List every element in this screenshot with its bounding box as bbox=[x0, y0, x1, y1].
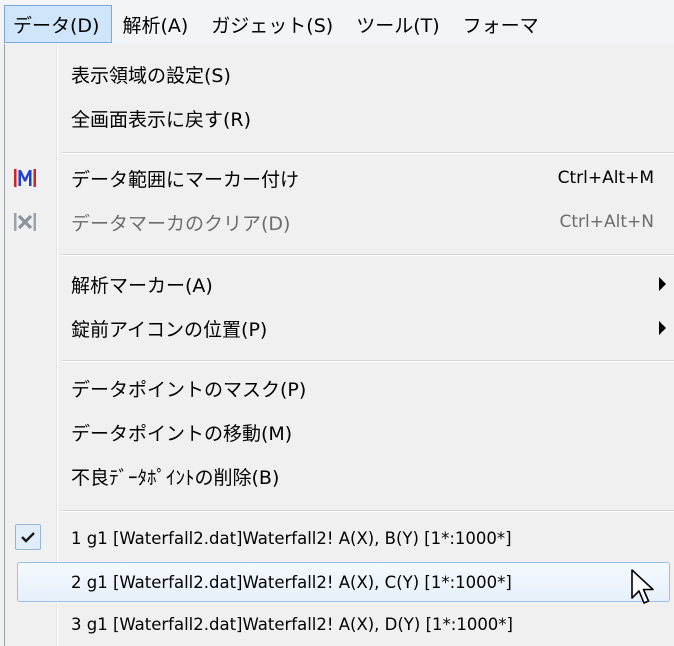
menu-item-mask-data-points[interactable]: データポイントのマスク(P) bbox=[5, 370, 674, 406]
menu-item-move-data-points[interactable]: データポイントの移動(M) bbox=[5, 414, 674, 450]
menubar: データ(D) 解析(A) ガジェット(S) ツール(T) フォーマ bbox=[0, 0, 674, 44]
mouse-cursor-icon bbox=[631, 569, 654, 604]
menu-separator bbox=[62, 254, 674, 256]
menu-gadget[interactable]: ガジェット(S) bbox=[201, 6, 346, 42]
menu-item-label: 3 g1 [Waterfall2.dat]Waterfall2! A(X), D… bbox=[71, 614, 513, 634]
menu-item-dataset-2[interactable]: 2 g1 [Waterfall2.dat]Waterfall2! A(X), C… bbox=[17, 562, 670, 602]
menu-item-label: 全画面表示に戻す(R) bbox=[71, 108, 252, 131]
menu-item-label: 2 g1 [Waterfall2.dat]Waterfall2! A(X), C… bbox=[71, 572, 512, 592]
menu-separator bbox=[62, 510, 674, 512]
menu-item-label: 解析マーカー(A) bbox=[71, 274, 213, 297]
menu-separator bbox=[62, 152, 674, 154]
menu-item-dataset-1[interactable]: 1 g1 [Waterfall2.dat]Waterfall2! A(X), B… bbox=[5, 520, 674, 556]
menu-analysis[interactable]: 解析(A) bbox=[112, 6, 201, 42]
mark-range-icon bbox=[14, 169, 36, 187]
menu-item-clear-data-markers[interactable]: データマーカのクリア(D) Ctrl+Alt+N bbox=[5, 204, 674, 240]
menu-data[interactable]: データ(D) bbox=[4, 5, 113, 43]
menu-item-remove-bad-data-points[interactable]: 不良ﾃﾞｰﾀﾎﾟｲﾝﾄの削除(B) bbox=[5, 458, 674, 494]
menu-item-label: データポイントの移動(M) bbox=[71, 422, 293, 445]
menu-item-label: 不良ﾃﾞｰﾀﾎﾟｲﾝﾄの削除(B) bbox=[71, 466, 280, 489]
menu-tools[interactable]: ツール(T) bbox=[346, 6, 452, 42]
menu-item-label: データマーカのクリア(D) bbox=[71, 212, 291, 235]
menu-item-return-full-view[interactable]: 全画面表示に戻す(R) bbox=[5, 100, 674, 136]
shortcut-text: Ctrl+Alt+M bbox=[557, 168, 654, 188]
menu-item-mark-data-range[interactable]: データ範囲にマーカー付け Ctrl+Alt+M bbox=[5, 160, 674, 196]
menu-item-label: データポイントのマスク(P) bbox=[71, 378, 307, 401]
shortcut-text: Ctrl+Alt+N bbox=[559, 212, 654, 232]
submenu-arrow-icon bbox=[659, 321, 666, 335]
checked-indicator bbox=[15, 524, 41, 550]
menu-format[interactable]: フォーマ bbox=[453, 6, 552, 42]
menu-item-analysis-markers[interactable]: 解析マーカー(A) bbox=[5, 266, 674, 302]
checkmark-icon bbox=[21, 532, 35, 543]
menu-item-label: 錠前アイコンの位置(P) bbox=[71, 318, 268, 341]
menu-item-label: 1 g1 [Waterfall2.dat]Waterfall2! A(X), B… bbox=[71, 528, 512, 548]
menu-item-set-display-range[interactable]: 表示領域の設定(S) bbox=[5, 56, 674, 92]
menu-item-label: データ範囲にマーカー付け bbox=[71, 168, 300, 191]
menu-item-label: 表示領域の設定(S) bbox=[71, 64, 231, 87]
submenu-arrow-icon bbox=[659, 277, 666, 291]
data-dropdown-menu: 表示領域の設定(S) 全画面表示に戻す(R) データ範囲にマーカー付け Ctrl… bbox=[4, 44, 674, 646]
menu-item-lock-icon-position[interactable]: 錠前アイコンの位置(P) bbox=[5, 310, 674, 346]
menu-separator bbox=[62, 360, 674, 362]
clear-markers-icon bbox=[14, 213, 36, 231]
menu-item-dataset-3[interactable]: 3 g1 [Waterfall2.dat]Waterfall2! A(X), D… bbox=[5, 606, 674, 642]
